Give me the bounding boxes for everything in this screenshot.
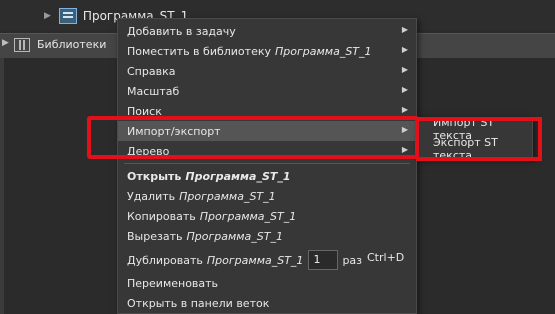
menu-item-cut[interactable]: Вырезать Программа_ST_1 <box>118 226 416 246</box>
expand-arrow-icon[interactable]: ▶ <box>44 11 51 21</box>
menu-item-label: Копировать <box>127 209 196 223</box>
menu-item-label: Дублировать <box>127 253 203 267</box>
menu-item-place-in-library[interactable]: Поместить в библиотеку Программа_ST_1 ▶ <box>118 41 416 61</box>
menu-item-label: Переименовать <box>127 276 219 290</box>
menu-item-target: Программа_ST_1 <box>186 229 283 243</box>
menu-separator <box>124 163 410 164</box>
menu-item-target: Программа_ST_1 <box>179 189 276 203</box>
tree-item-label: Библиотеки <box>37 38 107 51</box>
annotation-highlight-box <box>87 116 419 159</box>
menu-item-label: Справка <box>127 64 176 78</box>
chevron-right-icon: ▶ <box>401 105 408 114</box>
library-icon <box>14 38 30 52</box>
menu-item-rename[interactable]: Переименовать <box>118 273 416 293</box>
menu-item-label: Удалить <box>127 189 176 203</box>
menu-item-label: Поместить в библиотеку <box>127 44 271 58</box>
menu-item-target: Программа_ST_1 <box>185 169 291 183</box>
context-menu: Добавить в задачу ▶ Поместить в библиоте… <box>117 18 417 314</box>
annotation-highlight-box-submenu <box>416 117 542 161</box>
program-icon <box>58 8 77 24</box>
left-rail <box>0 58 4 314</box>
chevron-right-icon: ▶ <box>401 25 408 34</box>
menu-item-target: Программа_ST_1 <box>206 253 304 267</box>
menu-item-scale[interactable]: Масштаб ▶ <box>118 81 416 101</box>
menu-item-label: Открыть <box>127 169 182 183</box>
chevron-right-icon: ▶ <box>401 65 408 74</box>
menu-item-target: Программа_ST_1 <box>199 209 297 223</box>
shortcut-label: Ctrl+D <box>367 251 405 264</box>
menu-item-open-in-branch-panel[interactable]: Открыть в панели веток <box>118 293 416 313</box>
menu-item-copy[interactable]: Копировать Программа_ST_1 <box>118 206 416 226</box>
menu-item-open[interactable]: Открыть Программа_ST_1 <box>118 166 416 186</box>
menu-item-label: Открыть в панели веток <box>127 296 270 310</box>
duplicate-count-input[interactable]: 1 <box>308 250 339 270</box>
chevron-right-icon: ▶ <box>401 45 408 54</box>
duplicate-times-label: раз <box>342 253 363 267</box>
menu-item-add-to-task[interactable]: Добавить в задачу ▶ <box>118 21 416 41</box>
menu-item-label: Вырезать <box>127 229 183 243</box>
menu-item-label: Масштаб <box>127 84 180 98</box>
chevron-right-icon: ▶ <box>401 85 408 94</box>
menu-item-duplicate[interactable]: Дублировать Программа_ST_1 1 раз Ctrl+D <box>118 248 416 272</box>
menu-item-delete[interactable]: Удалить Программа_ST_1 <box>118 186 416 206</box>
menu-item-target: Программа_ST_1 <box>275 44 372 58</box>
expand-arrow-icon[interactable]: ▶ <box>2 38 9 48</box>
menu-item-label: Добавить в задачу <box>127 24 236 38</box>
menu-item-help[interactable]: Справка ▶ <box>118 61 416 81</box>
